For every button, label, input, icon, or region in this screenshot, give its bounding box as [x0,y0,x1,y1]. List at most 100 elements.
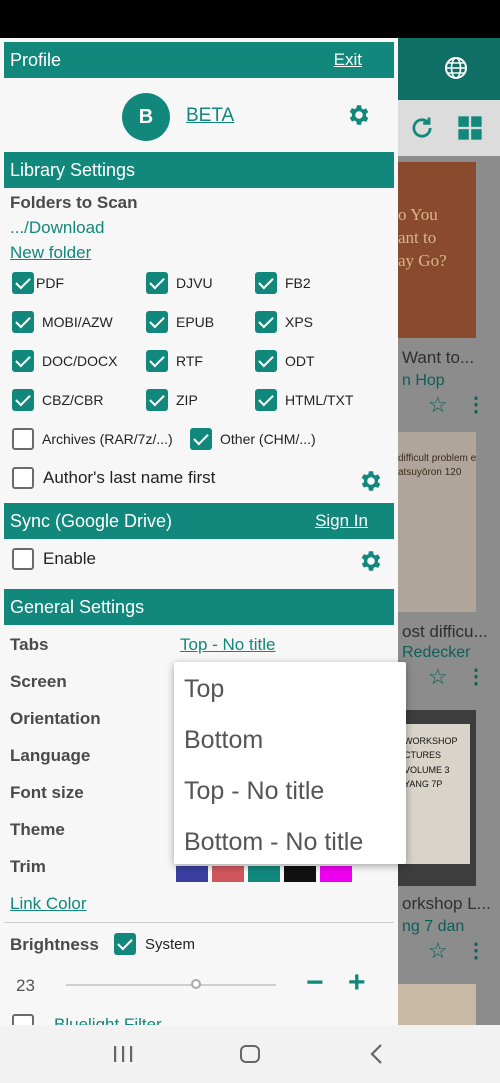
checkbox-box[interactable] [255,350,277,372]
gear-icon[interactable] [358,468,384,494]
checkbox-box[interactable] [12,548,34,570]
checkbox-other[interactable]: Other (CHM/...) [190,428,316,450]
checkbox-djvu[interactable]: DJVU [146,272,213,294]
checkbox-box[interactable] [255,272,277,294]
brightness-slider[interactable] [66,984,276,986]
exit-link[interactable]: Exit [334,50,362,70]
checkbox-author-last-name[interactable]: Author's last name first [12,467,215,489]
profile-title: Profile [10,49,62,70]
book-title[interactable]: Want to... [402,348,492,368]
folder-path[interactable]: .../Download [10,218,105,238]
more-icon[interactable]: ⋮ [466,664,486,689]
checkbox-box[interactable] [190,428,212,450]
checkbox-label: Enable [43,549,96,568]
gear-icon[interactable] [358,548,384,574]
sign-in-link[interactable]: Sign In [315,511,368,531]
checkbox-box[interactable] [146,272,168,294]
checkbox-fb2[interactable]: FB2 [255,272,311,294]
checkbox-box[interactable] [146,311,168,333]
orientation-label: Orientation [10,709,101,728]
link-color-swatch-teal[interactable] [248,866,280,882]
back-button[interactable] [357,1034,397,1074]
brightness-label: Brightness [10,935,99,954]
new-folder-link[interactable]: New folder [10,243,91,263]
checkbox-rtf[interactable]: RTF [146,350,203,372]
checkbox-box[interactable] [146,389,168,411]
status-bar [0,0,500,38]
checkbox-bluelight-filter[interactable]: Bluelight Filter [12,1014,162,1025]
checkbox-enable-sync[interactable]: Enable [12,548,96,570]
checkbox-box[interactable] [12,1014,34,1025]
book-cover[interactable]: o You ant to ay Go? [396,162,476,338]
checkbox-cbz[interactable]: CBZ/CBR [12,389,103,411]
folders-to-scan-label: Folders to Scan [10,193,138,212]
more-icon[interactable]: ⋮ [466,392,486,417]
link-color-swatch-magenta[interactable] [320,866,352,882]
checkbox-pdf[interactable]: PDF [12,272,64,294]
star-icon[interactable]: ☆ [428,664,448,690]
checkbox-box[interactable] [12,467,34,489]
checkbox-xps[interactable]: XPS [255,311,313,333]
more-icon[interactable]: ⋮ [466,938,486,963]
recent-apps-icon [114,1046,133,1062]
checkbox-box[interactable] [12,311,34,333]
back-icon [370,1044,382,1064]
link-color-swatch-black[interactable] [284,866,316,882]
gear-icon[interactable] [346,102,372,128]
dropdown-option-bottom-no-title[interactable]: Bottom - No title [184,828,363,857]
checkbox-doc[interactable]: DOC/DOCX [12,350,117,372]
star-icon[interactable]: ☆ [428,938,448,964]
theme-label: Theme [10,820,65,839]
checkbox-box[interactable] [255,389,277,411]
link-color-label[interactable]: Link Color [10,894,87,914]
checkbox-box[interactable] [255,311,277,333]
avatar-letter: B [138,105,154,128]
library-settings-header: Library Settings [4,152,394,188]
tabs-value[interactable]: Top - No title [180,635,275,655]
star-icon[interactable]: ☆ [428,392,448,418]
home-button[interactable] [230,1034,270,1074]
book-author[interactable]: ng 7 dan [402,918,492,936]
font-size-label: Font size [10,783,84,802]
checkbox-box[interactable] [12,389,34,411]
checkbox-box[interactable] [12,350,34,372]
checkbox-box[interactable] [146,350,168,372]
checkbox-odt[interactable]: ODT [255,350,315,372]
checkbox-system-brightness[interactable]: System [114,933,195,955]
book-cover[interactable] [396,984,476,1025]
checkbox-archives[interactable]: Archives (RAR/7z/...) [12,428,173,450]
book-author[interactable]: n Hop [402,372,492,390]
refresh-icon[interactable] [408,114,436,142]
tabs-label: Tabs [10,635,49,654]
tabs-dropdown-menu: Top Bottom Top - No title Bottom - No ti… [174,662,406,864]
checkbox-html[interactable]: HTML/TXT [255,389,353,411]
checkbox-box[interactable] [12,428,34,450]
book-author[interactable]: Redecker [402,644,492,662]
book-cover[interactable]: difficult problem ever: atsuyōron 120 [396,432,476,612]
checkbox-box[interactable] [12,272,34,294]
username-link[interactable]: BETA [186,105,234,127]
link-color-swatch-red[interactable] [212,866,244,882]
book-cover-text: o You ant to ay Go? [398,205,447,270]
dropdown-option-top[interactable]: Top [184,675,224,704]
link-color-swatch-blue[interactable] [176,866,208,882]
recent-apps-button[interactable] [103,1034,143,1074]
globe-icon[interactable] [444,56,468,80]
brightness-minus-button[interactable]: − [306,966,324,1000]
brightness-slider-thumb[interactable] [191,979,201,989]
dropdown-option-top-no-title[interactable]: Top - No title [184,777,324,806]
dropdown-option-bottom[interactable]: Bottom [184,726,263,755]
checkbox-mobi[interactable]: MOBI/AZW [12,311,113,333]
checkbox-label: FB2 [285,275,311,291]
checkbox-label: CBZ/CBR [42,392,104,408]
book-title[interactable]: ost difficu... [402,622,492,642]
book-cover[interactable]: WORKSHOP CTURES VOLUME 3 YANG 7P [396,710,476,886]
checkbox-epub[interactable]: EPUB [146,311,214,333]
avatar[interactable]: B [122,93,170,141]
grid-view-icon[interactable] [456,114,484,142]
checkbox-label: Author's last name first [43,468,216,487]
brightness-plus-button[interactable]: + [348,966,366,1000]
checkbox-box[interactable] [114,933,136,955]
book-title[interactable]: orkshop L... [402,894,492,914]
checkbox-zip[interactable]: ZIP [146,389,198,411]
